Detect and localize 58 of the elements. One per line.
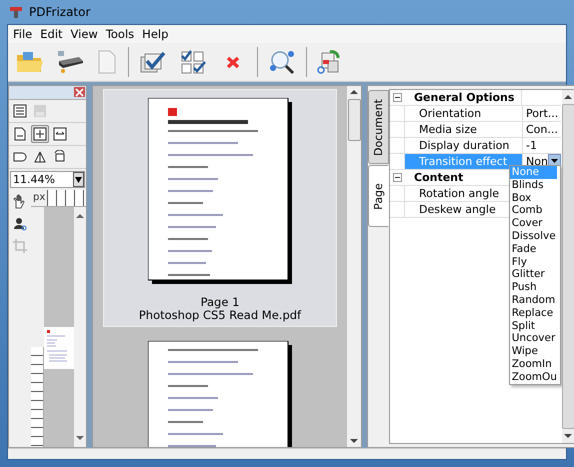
menu-item[interactable]: Tools <box>102 27 138 41</box>
scroll-up-icon[interactable] <box>564 94 572 100</box>
dropdown-option[interactable]: Fade <box>510 242 557 256</box>
fit-page-icon[interactable] <box>31 125 49 143</box>
property-name[interactable]: Deskew angle <box>419 203 496 216</box>
window-title: PDFrizator <box>29 5 90 19</box>
property-name[interactable]: Display duration <box>419 139 510 152</box>
user-zoom-icon[interactable] <box>12 216 28 232</box>
group-header: General Options <box>413 91 516 104</box>
app-icon <box>9 5 23 19</box>
dropdown-option[interactable]: Box <box>510 192 557 204</box>
dropdown-arrow-icon[interactable] <box>75 176 82 184</box>
ruler-unit[interactable]: px <box>31 190 48 206</box>
side-tab[interactable]: Page <box>368 165 389 227</box>
dropdown-option[interactable]: Blinds <box>510 178 557 192</box>
scroll-up-icon[interactable] <box>350 89 358 95</box>
scroll-down-icon[interactable] <box>564 433 572 439</box>
property-value: Con... <box>526 123 558 136</box>
scroll-thumb[interactable] <box>348 99 360 141</box>
dropdown-option[interactable]: Uncover <box>510 332 557 346</box>
menu-item[interactable]: File <box>10 27 36 41</box>
dropdown-option[interactable]: Split <box>510 320 557 332</box>
ruler <box>47 190 86 206</box>
page-thumbnail[interactable] <box>44 327 74 369</box>
property-value: Port... <box>526 107 558 120</box>
scroll-down-icon[interactable] <box>76 435 84 441</box>
page-label: Page 1 <box>200 296 240 309</box>
dropdown-option[interactable]: Wipe <box>510 345 557 358</box>
scroll-up-icon[interactable] <box>76 213 84 219</box>
close-icon[interactable] <box>74 87 85 97</box>
file-name: Photoshop CS5 Read Me.pdf <box>138 309 302 322</box>
property-name[interactable]: Orientation <box>419 107 482 120</box>
property-name[interactable]: Rotation angle <box>419 187 500 200</box>
dropdown-option[interactable]: ZoomOu <box>510 370 557 384</box>
dropdown-option[interactable]: Fly <box>510 256 557 268</box>
collapse-icon[interactable] <box>390 93 404 102</box>
menu-item[interactable]: Help <box>139 27 172 41</box>
property-value: Non <box>526 155 548 168</box>
list-view-icon[interactable] <box>11 102 29 120</box>
fit-width-icon[interactable] <box>51 125 69 143</box>
menu-item[interactable]: Edit <box>37 27 66 41</box>
dropdown-option[interactable]: Cover <box>510 217 557 230</box>
scrollbar[interactable] <box>347 86 361 447</box>
dropdown-option[interactable]: Glitter <box>510 268 557 282</box>
property-value: -1 <box>526 139 537 152</box>
dropdown-option[interactable]: Replace <box>510 306 557 320</box>
side-tab[interactable]: Document <box>368 90 389 164</box>
property-name[interactable]: Media size <box>419 123 477 136</box>
menu-item[interactable]: View <box>68 27 101 41</box>
dropdown-option[interactable]: Comb <box>510 204 557 218</box>
scroll-down-icon[interactable] <box>350 438 358 444</box>
dropdown-option[interactable]: ZoomIn <box>510 358 557 371</box>
page-card[interactable]: Page 1 Photoshop CS5 Read Me.pdf <box>103 89 337 327</box>
dropdown-option[interactable]: Push <box>510 281 557 294</box>
dropdown-option[interactable]: Random <box>510 294 557 307</box>
dropdown-option[interactable]: Dissolve <box>510 230 557 243</box>
zoom-combo[interactable]: 11.44% <box>10 171 85 188</box>
collapse-icon[interactable] <box>390 173 404 182</box>
